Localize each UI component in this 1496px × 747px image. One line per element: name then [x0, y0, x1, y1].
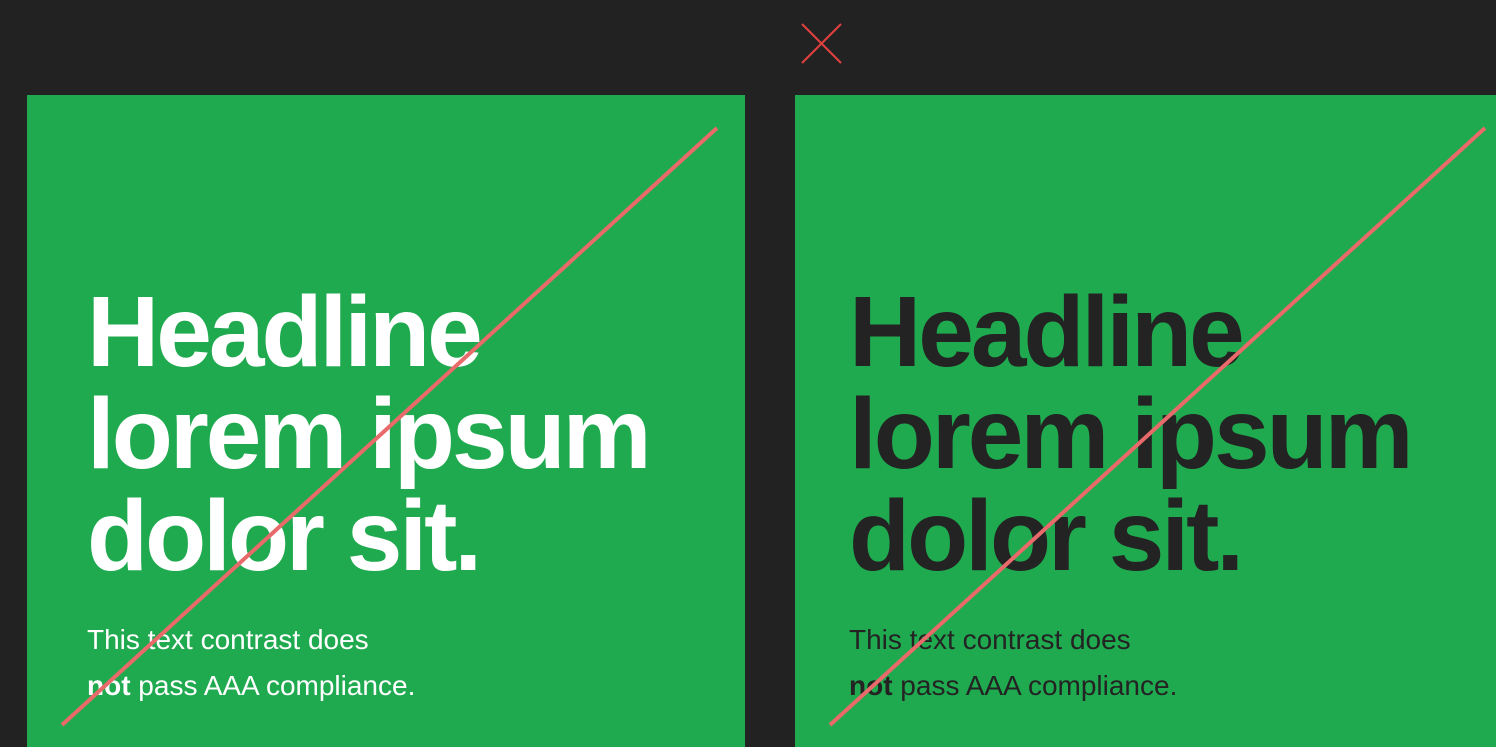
headline-line-1: Headline [849, 276, 1245, 388]
close-x-icon [801, 23, 842, 64]
headline-line-1: Headline [87, 276, 483, 388]
compliance-note: This text contrast does not pass AAA com… [87, 617, 415, 709]
comparison-canvas: Headline lorem ipsum dolor sit. This tex… [0, 0, 1496, 747]
headline-line-2: lorem ipsum [849, 378, 1414, 490]
compliance-note-emphasis: not [87, 670, 131, 701]
compliance-note-line-1: This text contrast does [849, 624, 1131, 655]
white-text-sample-card: Headline lorem ipsum dolor sit. This tex… [27, 95, 745, 747]
headline-line-3: dolor sit. [87, 480, 482, 592]
compliance-note-line-2: pass AAA compliance. [130, 670, 416, 701]
compliance-note-emphasis: not [849, 670, 893, 701]
compliance-note-line-2: pass AAA compliance. [892, 670, 1178, 701]
sample-headline: Headline lorem ipsum dolor sit. [87, 276, 652, 592]
compliance-note: This text contrast does not pass AAA com… [849, 617, 1177, 709]
headline-line-3: dolor sit. [849, 480, 1244, 592]
dark-text-sample-card: Headline lorem ipsum dolor sit. This tex… [795, 95, 1496, 747]
sample-headline: Headline lorem ipsum dolor sit. [849, 276, 1414, 592]
compliance-note-line-1: This text contrast does [87, 624, 369, 655]
headline-line-2: lorem ipsum [87, 378, 652, 490]
